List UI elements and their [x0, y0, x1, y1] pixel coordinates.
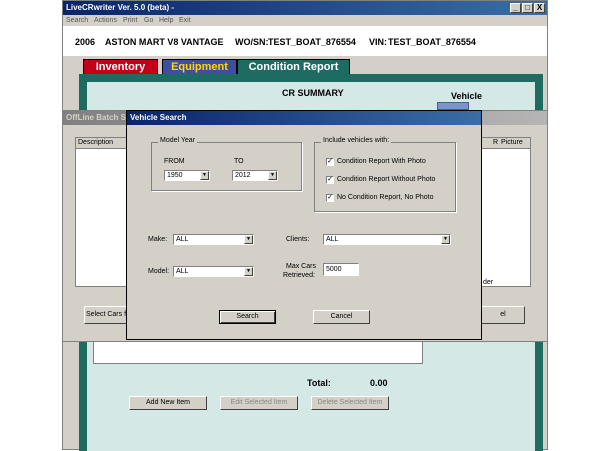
- main-title-bar: LiveCRwriter Ver. 5.0 (beta) -: [63, 1, 547, 15]
- cr-summary-heading: CR SUMMARY: [282, 88, 344, 98]
- total-value: 0.00: [370, 378, 388, 388]
- maximize-icon[interactable]: □: [522, 3, 533, 13]
- max-cars-label: Max Cars: [286, 263, 316, 270]
- offline-description-list[interactable]: Description: [75, 137, 129, 287]
- cancel-button[interactable]: Cancel: [313, 310, 370, 324]
- option-1-checkbox[interactable]: ✓: [326, 158, 334, 166]
- max-cars-input[interactable]: 5000: [323, 263, 359, 276]
- model-dropdown[interactable]: ALL ▼: [173, 266, 254, 277]
- search-title-bar: Vehicle Search: [127, 111, 481, 125]
- picture-column-header[interactable]: Picture: [498, 138, 530, 149]
- select-cars-button[interactable]: Select Cars f: [84, 306, 128, 324]
- vin-label: VIN:: [369, 37, 387, 47]
- tab-condition-report[interactable]: Condition Report: [237, 59, 350, 74]
- close-icon[interactable]: X: [534, 3, 545, 13]
- menu-help[interactable]: Help: [159, 15, 173, 26]
- chevron-down-icon[interactable]: ▼: [200, 171, 209, 180]
- menu-bar: Search Actions Print Go Help Exit: [63, 15, 547, 26]
- make-value: ALL: [176, 236, 189, 243]
- minimize-icon[interactable]: _: [510, 3, 521, 13]
- offline-right-label: der: [483, 279, 494, 286]
- option-2-label: Condition Report Without Photo: [337, 176, 436, 183]
- vehicle-image-placeholder: [437, 102, 469, 110]
- to-year-value: 2012: [235, 172, 251, 179]
- description-column-header[interactable]: Description: [76, 138, 128, 149]
- vehicle-header: 2006 ASTON MART V8 VANTAGE WO/SN: TEST_B…: [63, 26, 547, 56]
- chevron-down-icon[interactable]: ▼: [244, 235, 253, 244]
- wo-value: TEST_BOAT_876554: [268, 37, 356, 47]
- menu-go[interactable]: Go: [144, 15, 153, 26]
- vehicle-section-heading: Vehicle: [451, 91, 483, 101]
- from-year-dropdown[interactable]: 1950 ▼: [164, 170, 210, 181]
- search-title: Vehicle Search: [130, 113, 187, 122]
- delete-selected-item-button[interactable]: Delete Selected Item: [311, 396, 389, 410]
- r-column-header[interactable]: R: [482, 138, 499, 149]
- option-1-label: Condition Report With Photo: [337, 158, 426, 165]
- vehicle-name: ASTON MART V8 VANTAGE: [105, 37, 224, 47]
- include-vehicles-label: Include vehicles with:: [321, 137, 392, 144]
- make-label: Make:: [148, 236, 168, 243]
- tab-inventory[interactable]: Inventory: [83, 59, 158, 74]
- chevron-down-icon[interactable]: ▼: [268, 171, 277, 180]
- menu-exit[interactable]: Exit: [179, 15, 191, 26]
- clients-dropdown[interactable]: ALL ▼: [323, 234, 451, 245]
- option-2-checkbox[interactable]: ✓: [326, 176, 334, 184]
- offline-cancel-button[interactable]: el: [481, 306, 525, 324]
- option-3-label: No Condition Report, No Photo: [337, 194, 434, 201]
- items-list[interactable]: [93, 340, 423, 364]
- chevron-down-icon[interactable]: ▼: [244, 267, 253, 276]
- to-year-dropdown[interactable]: 2012 ▼: [232, 170, 278, 181]
- tab-equipment[interactable]: Equipment: [162, 59, 237, 74]
- offline-picture-list[interactable]: R Picture: [481, 137, 531, 287]
- model-label: Model:: [148, 268, 170, 275]
- total-label: Total:: [307, 378, 331, 388]
- main-title: LiveCRwriter Ver. 5.0 (beta) -: [66, 3, 175, 12]
- clients-label: Clients:: [286, 236, 310, 243]
- from-year-value: 1950: [167, 172, 183, 179]
- search-button[interactable]: Search: [219, 310, 276, 324]
- max-cars-retrieved-label: Retrieved:: [283, 272, 315, 279]
- chevron-down-icon[interactable]: ▼: [441, 235, 450, 244]
- menu-actions[interactable]: Actions: [94, 15, 117, 26]
- from-label: FROM: [164, 158, 185, 165]
- menu-search[interactable]: Search: [66, 15, 88, 26]
- vin-value: TEST_BOAT_876554: [388, 37, 476, 47]
- edit-selected-item-button[interactable]: Edit Selected Item: [220, 396, 298, 410]
- to-label: TO: [234, 158, 244, 165]
- vehicle-year: 2006: [75, 37, 96, 47]
- add-new-item-button[interactable]: Add New Item: [129, 396, 207, 410]
- wo-label: WO/SN:: [235, 37, 269, 47]
- model-year-group: Model Year FROM TO 1950 ▼ 2012 ▼: [151, 137, 302, 191]
- include-vehicles-group: Include vehicles with: ✓ Condition Repor…: [314, 137, 456, 212]
- model-value: ALL: [176, 268, 189, 275]
- vehicle-search-dialog: Vehicle Search Model Year FROM TO 1950 ▼…: [126, 110, 482, 340]
- menu-print[interactable]: Print: [123, 15, 137, 26]
- make-dropdown[interactable]: ALL ▼: [173, 234, 254, 245]
- model-year-label: Model Year: [158, 137, 198, 144]
- option-3-checkbox[interactable]: ✓: [326, 194, 334, 202]
- clients-value: ALL: [326, 236, 339, 243]
